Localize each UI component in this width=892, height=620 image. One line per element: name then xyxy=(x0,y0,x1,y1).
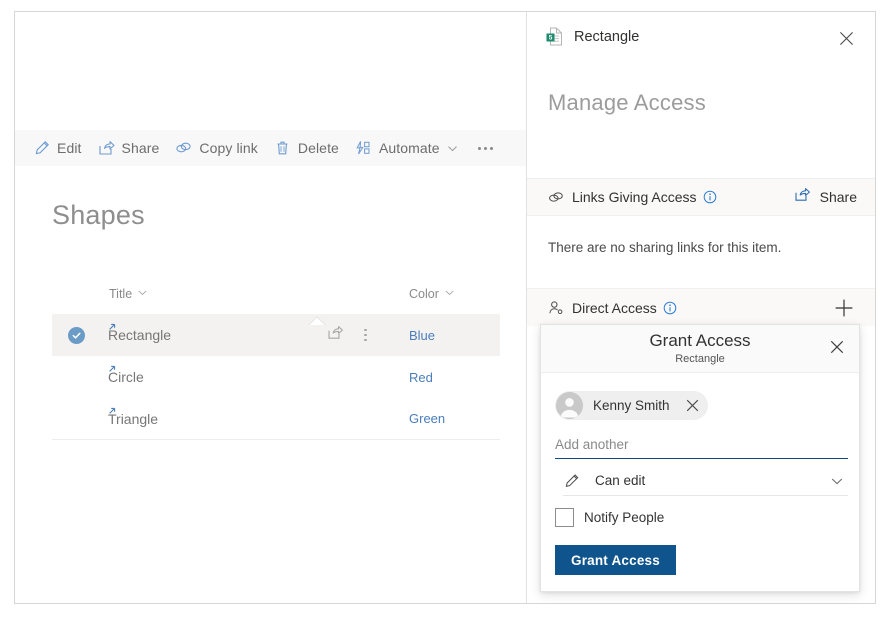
row-title[interactable]: Circle xyxy=(108,369,144,385)
share-icon xyxy=(98,140,115,157)
callout-beak xyxy=(308,315,326,325)
link-icon xyxy=(175,140,192,157)
row-selected-check-icon[interactable] xyxy=(68,326,85,344)
dot xyxy=(483,146,487,150)
command-copy-link[interactable]: Copy link xyxy=(175,130,258,166)
person-name: Kenny Smith xyxy=(593,398,670,413)
row-color: Red xyxy=(409,369,433,385)
close-icon[interactable] xyxy=(826,336,848,358)
dot xyxy=(477,146,481,150)
remove-person-icon[interactable] xyxy=(682,395,704,417)
notify-people-label: Notify People xyxy=(584,510,665,525)
command-edit[interactable]: Edit xyxy=(33,130,82,166)
share-icon xyxy=(794,187,811,207)
info-icon[interactable] xyxy=(663,301,677,315)
row-title[interactable]: Rectangle xyxy=(108,327,171,343)
column-header-color[interactable]: Color xyxy=(409,287,455,301)
table-row[interactable]: Rectangle Blue xyxy=(52,314,500,356)
person-avatar xyxy=(556,392,583,419)
table-row[interactable]: Triangle Green xyxy=(52,398,500,440)
command-more-options[interactable] xyxy=(474,130,497,166)
row-title[interactable]: Triangle xyxy=(108,411,158,427)
dot xyxy=(489,146,493,150)
list-region: Edit Share Copy link Delete Automate Sha… xyxy=(15,12,528,603)
dot xyxy=(364,338,367,342)
panel-title: Rectangle xyxy=(574,28,640,45)
permission-value: Can edit xyxy=(595,473,646,488)
command-share[interactable]: Share xyxy=(98,130,160,166)
chevron-down-icon xyxy=(444,287,455,301)
command-bar: Edit Share Copy link Delete Automate xyxy=(15,130,528,166)
links-share-label: Share xyxy=(819,189,857,205)
grant-access-header: Grant Access Rectangle xyxy=(541,325,859,373)
grant-access-dialog: Grant Access Rectangle Kenny Smith Add a… xyxy=(540,324,860,592)
table-row[interactable]: Circle Red xyxy=(52,356,500,398)
command-automate-label: Automate xyxy=(378,140,440,156)
trash-icon xyxy=(274,140,291,157)
command-share-label: Share xyxy=(121,140,160,156)
pencil-icon xyxy=(563,473,581,489)
column-header-color-label: Color xyxy=(409,287,439,301)
close-icon[interactable] xyxy=(834,26,858,50)
links-giving-access-label: Links Giving Access xyxy=(572,189,697,205)
column-header-title-label: Title xyxy=(109,287,133,301)
row-more-options[interactable] xyxy=(364,328,367,342)
panel-heading: Manage Access xyxy=(548,90,706,115)
svg-text:5: 5 xyxy=(549,35,553,42)
list-item-icon: 5 xyxy=(546,27,563,46)
checkbox-box[interactable] xyxy=(555,508,574,527)
people-icon xyxy=(548,300,564,316)
grant-access-title: Grant Access xyxy=(649,331,751,350)
sharepoint-page: Edit Share Copy link Delete Automate Sha… xyxy=(14,11,876,604)
list-column-headers: Title Color xyxy=(15,287,528,309)
direct-access-label: Direct Access xyxy=(572,299,657,316)
person-pill: Kenny Smith xyxy=(555,391,708,420)
command-automate[interactable]: Automate xyxy=(355,130,458,166)
grant-access-button-label: Grant Access xyxy=(571,552,660,568)
add-another-placeholder: Add another xyxy=(555,437,629,452)
grant-access-subtitle: Rectangle xyxy=(675,353,725,365)
no-sharing-links-text: There are no sharing links for this item… xyxy=(548,240,782,255)
add-direct-access-button[interactable] xyxy=(833,297,855,319)
page-title: Shapes xyxy=(52,200,145,230)
chevron-down-icon xyxy=(137,287,148,301)
list-rows: Rectangle Blue Circle Red Triangle Green xyxy=(52,314,500,440)
command-delete-label: Delete xyxy=(297,140,339,156)
dot xyxy=(364,328,367,332)
direct-access-section-header: Direct Access xyxy=(527,288,875,326)
info-icon[interactable] xyxy=(703,190,717,204)
chevron-down-icon xyxy=(447,143,458,154)
panel-header: 5 Rectangle xyxy=(527,12,875,61)
pencil-icon xyxy=(33,140,50,157)
command-copy-link-label: Copy link xyxy=(199,140,258,156)
row-color: Blue xyxy=(409,327,436,343)
links-share-button[interactable]: Share xyxy=(794,187,857,207)
add-another-input[interactable]: Add another xyxy=(555,431,848,459)
row-color: Green xyxy=(409,411,446,426)
permission-dropdown[interactable]: Can edit xyxy=(563,466,848,496)
links-giving-access-section-header: Links Giving Access Share xyxy=(527,178,875,216)
column-header-title[interactable]: Title xyxy=(109,287,148,301)
dot xyxy=(364,333,367,337)
row-share-icon[interactable] xyxy=(327,325,344,345)
notify-people-checkbox[interactable]: Notify People xyxy=(555,508,664,527)
chevron-down-icon xyxy=(830,474,844,488)
command-edit-label: Edit xyxy=(57,140,82,156)
command-delete[interactable]: Delete xyxy=(274,130,339,166)
row-actions xyxy=(327,325,367,345)
grant-access-button[interactable]: Grant Access xyxy=(555,545,676,575)
automate-icon xyxy=(355,140,372,157)
link-icon xyxy=(548,189,564,205)
